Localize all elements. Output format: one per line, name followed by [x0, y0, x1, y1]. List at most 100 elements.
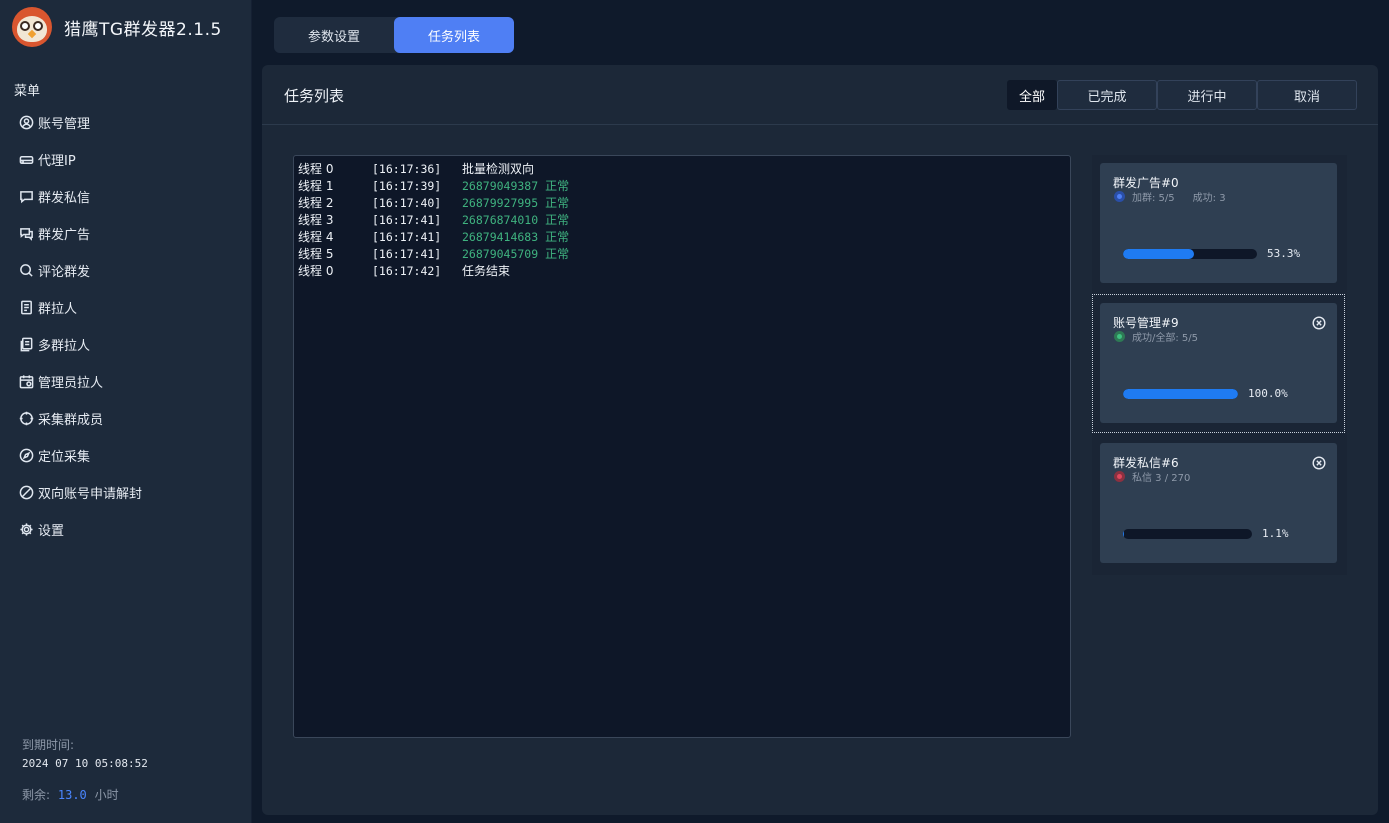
user-circle-icon [18, 115, 34, 131]
sidebar-item-label: 评论群发 [38, 265, 91, 280]
target-icon [18, 411, 34, 427]
remain-label: 剩余: [22, 788, 51, 802]
task-card[interactable]: 群发广告#0 加群: 5/5 成功: 3 53.3% [1100, 163, 1337, 283]
expire-label: 到期时间: [22, 738, 75, 752]
log-phone-number: 26879927995 [462, 196, 539, 210]
close-icon[interactable] [1312, 455, 1326, 470]
sidebar-item-label: 设置 [38, 524, 65, 539]
progress-fill [1123, 529, 1125, 539]
sidebar-item-private-msg[interactable]: 群发私信 [18, 178, 142, 215]
log-thread: 线程 5 [298, 247, 334, 261]
task-stat: 成功: 3 [1192, 193, 1226, 204]
progress-fill [1123, 249, 1195, 259]
progress-fill [1123, 389, 1238, 399]
sidebar-item-multi-group-invite[interactable]: 多群拉人 [18, 326, 142, 363]
log-message: 任务结束 [462, 264, 511, 278]
log-time: [16:17:42] [372, 264, 442, 278]
chat-bubble-icon [18, 189, 34, 205]
log-line: 线程 0 [16:17:42] 任务结束 [298, 263, 1066, 280]
sidebar-item-unban[interactable]: 双向账号申请解封 [18, 474, 142, 511]
sidebar-item-label: 群发广告 [38, 228, 91, 243]
close-icon[interactable] [1312, 315, 1326, 330]
sidebar-item-accounts[interactable]: 账号管理 [18, 104, 142, 141]
documents-icon [18, 337, 34, 353]
sidebar-item-label: 群发私信 [38, 191, 91, 206]
tab-params[interactable]: 参数设置 [274, 17, 394, 53]
sidebar-item-group-invite[interactable]: 群拉人 [18, 289, 142, 326]
panel-title: 任务列表 [284, 87, 345, 105]
filter-group: 全部 已完成 进行中 取消 [1007, 80, 1357, 110]
log-status: 正常 [545, 196, 570, 210]
task-stat: 加群: 5/5 [1132, 193, 1175, 204]
task-subtitle: 成功/全部: 5/5 [1114, 329, 1198, 344]
router-icon [18, 152, 34, 168]
sidebar-item-label: 多群拉人 [38, 339, 91, 354]
log-time: [16:17:36] [372, 162, 442, 176]
status-dot-icon [1114, 331, 1125, 342]
filter-all-button[interactable]: 全部 [1007, 80, 1057, 110]
progress-percent: 100.0% [1248, 387, 1288, 400]
owl-logo-icon [12, 7, 52, 47]
log-status: 正常 [545, 230, 570, 244]
log-message: 批量检测双向 [462, 162, 535, 176]
expire-value: 2024 07 10 05:08:52 [22, 757, 148, 770]
remain-unit: 小时 [94, 788, 119, 802]
document-list-icon [18, 300, 34, 316]
task-card-list: 群发广告#0 加群: 5/5 成功: 3 53.3% 账号管理#9 成功/全部:… [1092, 155, 1347, 575]
sidebar-item-admin-invite[interactable]: 管理员拉人 [18, 363, 142, 400]
log-line: 线程 0 [16:17:36] 批量检测双向 [298, 161, 1066, 178]
log-thread: 线程 2 [298, 196, 334, 210]
brand: 猎鹰TG群发器2.1.5 [12, 6, 222, 48]
task-card[interactable]: 群发私信#6 私信 3 / 270 1.1% [1100, 443, 1337, 563]
sidebar-item-comments[interactable]: 评论群发 [18, 252, 142, 289]
log-thread: 线程 1 [298, 179, 334, 193]
log-line: 线程 3 [16:17:41] 26876874010 正常 [298, 212, 1066, 229]
remain-value: 13.0 [57, 788, 87, 802]
sidebar-item-location-collect[interactable]: 定位采集 [18, 437, 142, 474]
filter-running-button[interactable]: 进行中 [1157, 80, 1257, 110]
log-thread: 线程 0 [298, 264, 334, 278]
log-line: 线程 5 [16:17:41] 26879045709 正常 [298, 246, 1066, 263]
task-subtitle: 加群: 5/5 成功: 3 [1114, 189, 1226, 204]
sidebar-item-label: 双向账号申请解封 [38, 487, 143, 502]
log-time: [16:17:41] [372, 230, 442, 244]
task-subtitle: 私信 3 / 270 [1114, 469, 1190, 484]
log-output[interactable]: 线程 0 [16:17:36] 批量检测双向 线程 1 [16:17:39] 2… [293, 155, 1071, 738]
log-time: [16:17:41] [372, 213, 442, 227]
log-time: [16:17:39] [372, 179, 442, 193]
tab-task-list[interactable]: 任务列表 [394, 17, 514, 53]
log-line: 线程 4 [16:17:41] 26879414683 正常 [298, 229, 1066, 246]
log-time: [16:17:40] [372, 196, 442, 210]
sidebar-item-label: 采集群成员 [38, 413, 104, 428]
progress-percent: 1.1% [1262, 527, 1289, 540]
progress-percent: 53.3% [1267, 247, 1301, 260]
filter-cancelled-button[interactable]: 取消 [1257, 80, 1357, 110]
comment-search-icon [18, 263, 34, 279]
compass-icon [18, 448, 34, 464]
sidebar-item-label: 账号管理 [38, 117, 91, 132]
log-status: 正常 [545, 247, 570, 261]
sidebar-item-label: 代理IP [38, 154, 76, 169]
sidebar-menu: 账号管理 代理IP 群发私信 群发广告 评论群发 群拉人 多群拉人 管理员拉人 [18, 104, 142, 548]
task-panel: 任务列表 全部 已完成 进行中 取消 线程 0 [16:17:36] 批量检测双… [262, 65, 1378, 815]
ban-icon [18, 485, 34, 501]
status-dot-icon [1114, 191, 1125, 202]
sidebar-item-label: 管理员拉人 [38, 376, 104, 391]
sidebar-item-proxy[interactable]: 代理IP [18, 141, 142, 178]
calendar-user-icon [18, 374, 34, 390]
menu-heading: 菜单 [14, 84, 41, 99]
log-line: 线程 1 [16:17:39] 26879049387 正常 [298, 178, 1066, 195]
task-stat: 私信 3 / 270 [1132, 473, 1191, 484]
sidebar-item-settings[interactable]: 设置 [18, 511, 142, 548]
log-status: 正常 [545, 179, 570, 193]
task-stat: 成功/全部: 5/5 [1132, 333, 1199, 344]
log-thread: 线程 0 [298, 162, 334, 176]
progress-bar [1123, 389, 1238, 399]
task-card[interactable]: 账号管理#9 成功/全部: 5/5 100.0% [1100, 303, 1337, 423]
sidebar-item-label: 群拉人 [38, 302, 78, 317]
filter-completed-button[interactable]: 已完成 [1057, 80, 1157, 110]
sidebar-item-ads[interactable]: 群发广告 [18, 215, 142, 252]
log-time: [16:17:41] [372, 247, 442, 261]
sidebar-item-collect-members[interactable]: 采集群成员 [18, 400, 142, 437]
app-title: 猎鹰TG群发器2.1.5 [64, 19, 222, 40]
